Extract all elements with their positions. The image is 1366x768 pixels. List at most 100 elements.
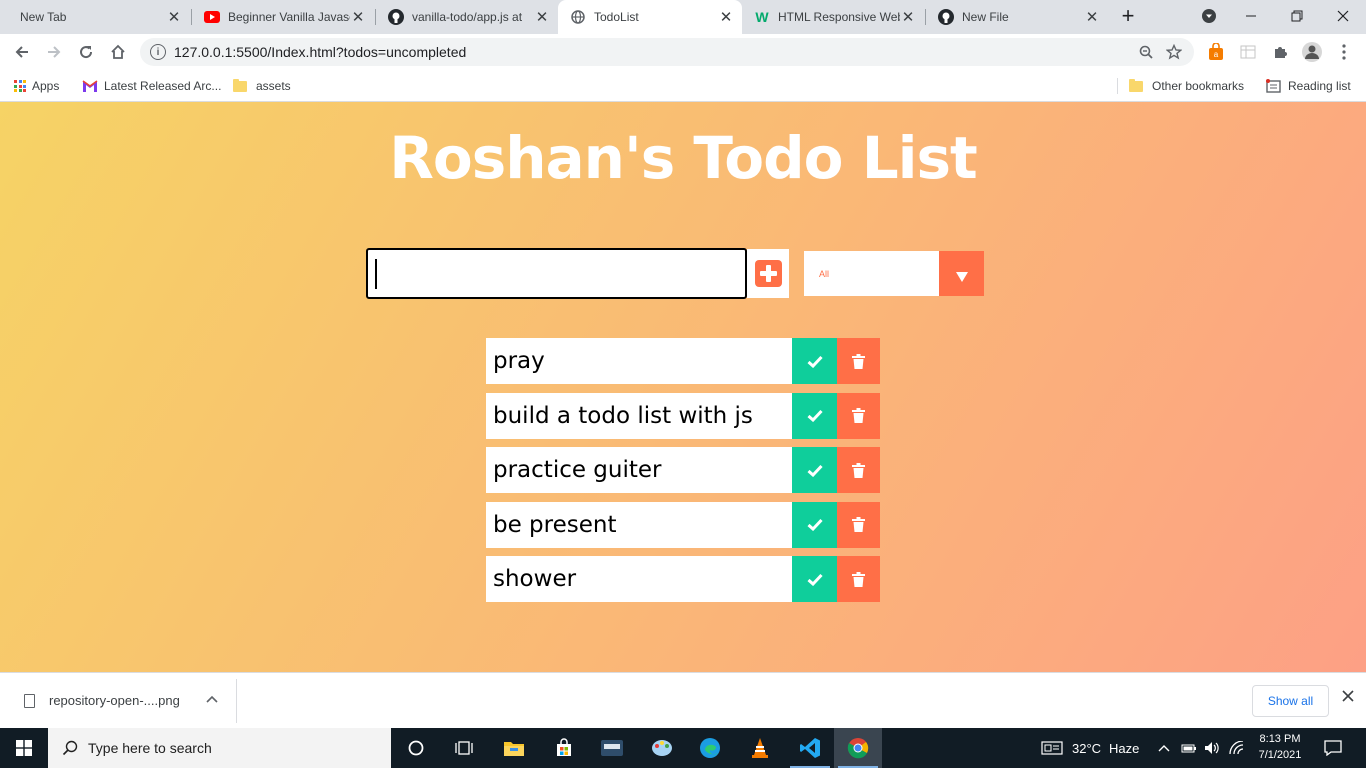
new-tab-button[interactable]: + <box>1110 0 1146 32</box>
wifi-icon[interactable] <box>1229 728 1245 768</box>
bookmark-other[interactable]: Other bookmarks <box>1129 76 1244 96</box>
url-text[interactable]: 127.0.0.1:5500/Index.html?todos=uncomple… <box>174 44 1132 60</box>
home-button[interactable] <box>104 38 132 66</box>
add-todo-button[interactable] <box>747 249 789 298</box>
close-icon[interactable]: ✕ <box>166 8 182 26</box>
bookmark-assets[interactable]: assets <box>233 76 291 96</box>
bookmark-label: Other bookmarks <box>1152 79 1245 93</box>
windows-logo-icon <box>16 740 32 756</box>
delete-button[interactable] <box>837 392 880 439</box>
filter-dropdown-arrow[interactable] <box>939 251 984 296</box>
bookmark-apps[interactable]: Apps <box>14 76 59 96</box>
bookmark-label: assets <box>256 79 291 93</box>
close-icon[interactable]: ✕ <box>1084 8 1100 26</box>
complete-button[interactable] <box>792 338 837 384</box>
bookmark-latest-released[interactable]: Latest Released Arc... <box>82 76 221 96</box>
reload-button[interactable] <box>72 38 100 66</box>
menu-kebab-icon[interactable] <box>1334 42 1354 62</box>
notifications-icon[interactable] <box>1324 728 1342 768</box>
minimize-button[interactable] <box>1228 0 1274 32</box>
taskbar-clock[interactable]: 8:13 PM 7/1/2021 <box>1252 731 1308 763</box>
task-view-icon[interactable] <box>440 728 488 768</box>
todo-item: practice guiter <box>486 447 880 493</box>
extensions-puzzle-icon[interactable] <box>1270 42 1290 62</box>
microsoft-store-icon[interactable] <box>540 728 588 768</box>
clock-date: 7/1/2021 <box>1258 749 1302 761</box>
close-download-bar-icon[interactable] <box>1338 689 1358 711</box>
show-hidden-icons[interactable] <box>1158 728 1170 768</box>
close-icon[interactable]: ✕ <box>350 8 366 26</box>
complete-button[interactable] <box>792 556 837 602</box>
folder-icon <box>233 78 247 92</box>
tab-new-file[interactable]: New File ✕ <box>926 0 1108 34</box>
complete-button[interactable] <box>792 447 837 493</box>
profile-avatar[interactable] <box>1302 42 1322 62</box>
shopping-extension-icon[interactable]: a <box>1206 42 1226 62</box>
todo-app-page: Roshan's Todo List All pray build a todo… <box>0 102 1366 672</box>
todo-input[interactable] <box>366 248 747 299</box>
tab-html-responsive[interactable]: W HTML Responsive Web ✕ <box>742 0 924 34</box>
tab-title: HTML Responsive Web <box>778 10 900 24</box>
filter-select[interactable]: All <box>804 251 984 296</box>
tab-youtube[interactable]: Beginner Vanilla Javasc ✕ <box>192 0 374 34</box>
tab-title: New Tab <box>20 10 67 24</box>
restore-button[interactable] <box>1274 0 1320 32</box>
tab-github-app-js[interactable]: vanilla-todo/app.js at ✕ <box>376 0 558 34</box>
search-icon <box>62 740 78 756</box>
site-info-icon[interactable]: i <box>150 44 166 60</box>
gmail-icon <box>82 79 98 93</box>
bookmark-star-icon[interactable] <box>1160 44 1188 60</box>
complete-button[interactable] <box>792 501 837 548</box>
address-bar[interactable]: i 127.0.0.1:5500/Index.html?todos=uncomp… <box>140 38 1194 66</box>
vlc-icon[interactable] <box>736 728 784 768</box>
battery-icon[interactable] <box>1181 728 1197 768</box>
delete-button[interactable] <box>837 338 880 384</box>
forward-button[interactable] <box>40 38 68 66</box>
tab-search-button[interactable] <box>1186 0 1232 32</box>
extension-grid-icon[interactable] <box>1238 42 1258 62</box>
delete-button[interactable] <box>837 501 880 548</box>
chevron-up-icon <box>1158 745 1170 752</box>
delete-button[interactable] <box>837 556 880 602</box>
trash-icon <box>852 462 865 478</box>
vscode-icon[interactable] <box>786 728 834 768</box>
paint-icon[interactable] <box>638 728 686 768</box>
taskbar-search[interactable]: Type here to search <box>48 728 391 768</box>
weather-widget[interactable]: 32°C Haze <box>1041 728 1139 768</box>
chevron-up-icon[interactable] <box>206 691 218 706</box>
filter-selected-value: All <box>819 268 830 279</box>
trash-icon <box>852 571 865 587</box>
download-item[interactable]: repository-open-....png <box>0 679 237 723</box>
page-title: Roshan's Todo List <box>389 124 978 192</box>
trash-icon <box>852 408 865 423</box>
delete-button[interactable] <box>837 447 880 493</box>
close-icon[interactable]: ✕ <box>718 8 734 26</box>
file-explorer-icon[interactable] <box>490 728 538 768</box>
folder-icon <box>1129 78 1143 92</box>
complete-button[interactable] <box>792 392 837 439</box>
start-button[interactable] <box>0 728 48 768</box>
github-icon <box>938 9 954 25</box>
chrome-icon[interactable] <box>834 728 882 768</box>
tab-todolist[interactable]: TodoList ✕ <box>558 0 742 34</box>
close-icon[interactable]: ✕ <box>900 8 916 26</box>
weather-icon <box>1041 741 1063 755</box>
edge-browser-icon[interactable] <box>686 728 734 768</box>
close-window-button[interactable] <box>1320 0 1366 32</box>
mysql-workbench-icon[interactable] <box>588 728 636 768</box>
reading-list[interactable]: Reading list <box>1266 76 1351 96</box>
todo-text: build a todo list with js <box>493 402 753 429</box>
volume-icon[interactable] <box>1204 728 1220 768</box>
apps-grid-icon <box>14 80 26 92</box>
todo-item: be present <box>486 501 880 548</box>
close-icon[interactable]: ✕ <box>534 8 550 26</box>
cortana-icon[interactable] <box>392 728 440 768</box>
tab-new-tab[interactable]: New Tab ✕ <box>8 0 190 34</box>
w3schools-icon: W <box>755 9 769 25</box>
weather-text: Haze <box>1109 740 1140 756</box>
zoom-icon[interactable] <box>1132 45 1160 59</box>
windows-taskbar: Type here to search 32°C Haze 8:13 PM 7/… <box>0 728 1366 768</box>
back-button[interactable] <box>8 38 36 66</box>
show-all-button[interactable]: Show all <box>1252 685 1329 717</box>
todo-text: pray <box>493 348 545 374</box>
